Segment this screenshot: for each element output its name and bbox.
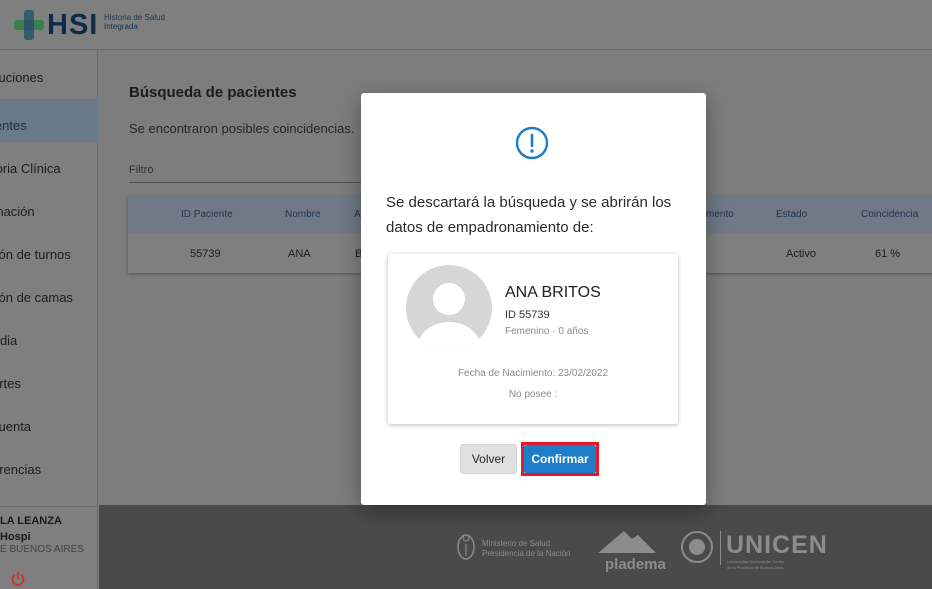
- page-title: Búsqueda de pacientes: [129, 84, 297, 101]
- sidebar-item-preferencias[interactable]: erencias: [0, 443, 98, 486]
- sidebar-item-label: rnación: [0, 204, 35, 219]
- user-info: LA LEANZA Hospi E BUENOS AIRES: [0, 506, 98, 589]
- column-header-id[interactable]: ID Paciente: [181, 209, 233, 220]
- pladema-text: pladema: [605, 556, 666, 573]
- app-logo-subtitle: Historia de Salud Integrada: [104, 13, 165, 31]
- unicen-sub2: de la Provincia de Buenos Aires: [727, 565, 784, 570]
- page-subtitle: Se encontraron posibles coincidencias.: [129, 121, 355, 136]
- sidebar-item-internacion[interactable]: rnación: [0, 185, 98, 228]
- sidebar-item-gestion-camas[interactable]: tión de camas: [0, 271, 98, 314]
- column-header-coincidencia[interactable]: Coincidencia: [861, 209, 918, 220]
- avatar: [406, 265, 492, 351]
- cell-coincidencia: 61 %: [875, 248, 901, 260]
- unicen-seal-icon: [681, 531, 713, 563]
- sidebar-item-label: ituciones: [0, 70, 44, 85]
- confirmation-dialog: Se descartará la búsqueda y se abrirán l…: [361, 93, 706, 505]
- patient-extra-info: No posee :: [508, 389, 558, 400]
- cell-id: 55739: [190, 248, 221, 260]
- sidebar-item-label: toria Clínica: [0, 161, 61, 176]
- ministry-line2: Presidencia de la Nación: [482, 549, 571, 558]
- sidebar-item-label: tión de camas: [0, 290, 73, 305]
- hsi-logo-icon: [14, 10, 44, 40]
- sidebar-item-label: ırdia: [0, 333, 18, 348]
- sidebar-item-historia-clinica[interactable]: toria Clínica: [0, 142, 98, 185]
- sidebar-item-label: erencias: [0, 462, 42, 477]
- ministry-line1: Ministerio de Salud: [482, 539, 551, 548]
- sidebar-item-guardia[interactable]: ırdia: [0, 314, 98, 357]
- confirm-button[interactable]: Confirmar: [524, 445, 596, 473]
- column-header-nombre[interactable]: Nombre: [285, 209, 321, 220]
- sidebar-item-instituciones[interactable]: ituciones: [0, 51, 98, 94]
- patient-name: ANA BRITOS: [505, 284, 601, 301]
- user-institution: Hospi: [0, 531, 31, 543]
- dialog-message: Se descartará la búsqueda y se abrirán l…: [386, 194, 672, 236]
- sidebar: ituciones ientes toria Clínica rnación t…: [0, 51, 98, 589]
- sidebar-item-label: tión de turnos: [0, 247, 71, 262]
- user-name: LA LEANZA: [0, 515, 62, 527]
- app-header: HSI Historia de Salud Integrada: [0, 0, 932, 50]
- filter-input[interactable]: Filtro: [129, 159, 365, 183]
- unicen-sub1: Universidad Nacional del Centro: [727, 559, 785, 564]
- footer-divider: [720, 531, 721, 565]
- sidebar-item-label: cuenta: [0, 419, 32, 434]
- cell-nombre: ANA: [288, 248, 311, 260]
- unicen-text: UNICEN: [726, 531, 828, 559]
- alert-icon: [515, 126, 549, 160]
- column-header-estado[interactable]: Estado: [776, 209, 807, 220]
- filter-label: Filtro: [129, 164, 154, 176]
- user-province: E BUENOS AIRES: [0, 544, 84, 555]
- argentina-seal-icon: [457, 534, 475, 560]
- sidebar-item-label: ientes: [0, 118, 27, 133]
- column-header-documento[interactable]: mento: [706, 209, 734, 220]
- sidebar-item-pacientes[interactable]: ientes: [0, 99, 98, 142]
- app-logo-text: HSI: [47, 9, 99, 41]
- sidebar-item-label: ortes: [0, 376, 21, 391]
- patient-gender-age: Femenino · 0 años: [505, 326, 589, 337]
- power-icon[interactable]: [10, 571, 26, 587]
- patient-card: ANA BRITOS ID 55739 Femenino · 0 años Fe…: [388, 254, 678, 424]
- back-button[interactable]: Volver: [460, 444, 517, 474]
- footer: Ministerio de Salud Presidencia de la Na…: [99, 505, 932, 589]
- sidebar-item-gestion-turnos[interactable]: tión de turnos: [0, 228, 98, 271]
- patient-birth-date: Fecha de Nacimiento: 23/02/2022: [457, 368, 609, 379]
- sidebar-item-reportes[interactable]: ortes: [0, 357, 98, 400]
- patient-id: ID 55739: [505, 309, 550, 321]
- column-header-apellido[interactable]: A: [354, 209, 361, 220]
- sidebar-item-mi-cuenta[interactable]: cuenta: [0, 400, 98, 443]
- cell-estado: Activo: [786, 248, 816, 260]
- pladema-logo-icon: [598, 531, 656, 553]
